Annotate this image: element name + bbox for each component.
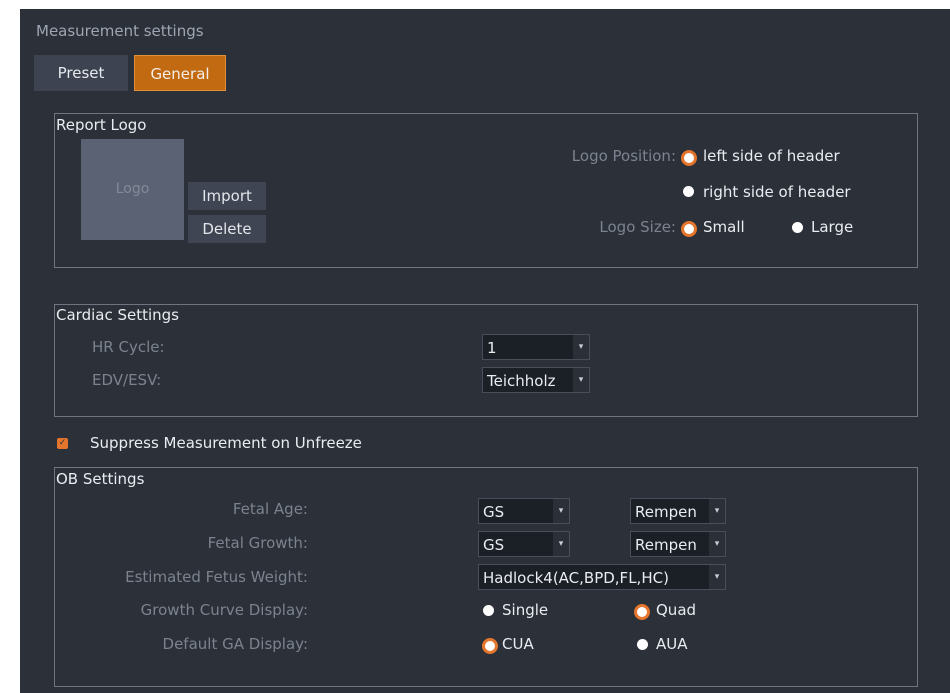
fetal-growth-value: GS [483,536,505,554]
chevron-down-icon: ▾ [573,368,589,392]
fetal-age-select[interactable]: GS ▾ [478,498,570,524]
logo-size-large-label: Large [811,218,854,236]
logo-size-small-label: Small [703,218,745,236]
chevron-down-icon: ▾ [573,335,589,359]
fetal-age-author-select[interactable]: Rempen ▾ [630,498,726,524]
tab-general[interactable]: General [134,55,226,91]
fetal-growth-select[interactable]: GS ▾ [478,531,570,557]
logo-size-small-radio-icon[interactable] [681,221,697,237]
suppress-checkbox-icon[interactable]: ✓ [57,438,68,449]
chevron-down-icon: ▾ [553,532,569,556]
logo-position-label: Logo Position: [571,147,676,165]
ga-display-aua-radio-icon[interactable] [637,639,648,650]
ob-settings-legend: OB Settings [56,469,148,489]
chevron-down-icon: ▾ [709,565,725,589]
cardiac-settings-group [54,304,918,417]
fetal-age-label: Fetal Age: [232,500,308,518]
window-title: Measurement settings [36,22,204,40]
growth-curve-quad-radio-icon[interactable] [634,604,650,620]
logo-size-label: Logo Size: [599,218,676,236]
chevron-down-icon: ▾ [709,532,725,556]
hr-cycle-label: HR Cycle: [92,338,165,356]
fetal-growth-label: Fetal Growth: [207,534,308,552]
ga-display-aua-label: AUA [656,635,688,653]
logo-placeholder-text: Logo [115,181,150,197]
suppress-label: Suppress Measurement on Unfreeze [90,434,362,452]
ga-display-label: Default GA Display: [162,635,308,653]
fetal-age-value: GS [483,503,505,521]
logo-position-left-label: left side of header [703,147,840,165]
fetal-age-author-value: Rempen [635,503,697,521]
logo-position-right-radio-icon[interactable] [683,186,694,197]
ga-display-cua-radio-icon[interactable] [482,638,498,654]
cardiac-settings-legend: Cardiac Settings [56,305,182,325]
delete-button[interactable]: Delete [188,215,266,243]
hr-cycle-select[interactable]: 1 ▾ [482,334,590,360]
growth-curve-single-radio-icon[interactable] [483,605,494,616]
edv-esv-value: Teichholz [487,372,556,390]
logo-size-large-radio-icon[interactable] [792,222,803,233]
ga-display-cua-label: CUA [502,635,534,653]
edv-esv-label: EDV/ESV: [92,371,162,389]
logo-position-left-radio-icon[interactable] [681,150,697,166]
growth-curve-quad-label: Quad [656,601,697,619]
fetal-growth-author-value: Rempen [635,536,697,554]
logo-preview: Logo [81,139,184,240]
efw-label: Estimated Fetus Weight: [125,568,308,586]
growth-curve-single-label: Single [502,601,549,619]
chevron-down-icon: ▾ [553,499,569,523]
edv-esv-select[interactable]: Teichholz ▾ [482,367,590,393]
efw-value: Hadlock4(AC,BPD,FL,HC) [483,569,669,587]
efw-select[interactable]: Hadlock4(AC,BPD,FL,HC) ▾ [478,564,726,590]
tab-preset[interactable]: Preset [34,55,128,91]
logo-position-right-label: right side of header [703,183,851,201]
chevron-down-icon: ▾ [709,499,725,523]
settings-panel: Measurement settings Preset General Repo… [20,9,950,693]
report-logo-legend: Report Logo [56,115,150,135]
import-button[interactable]: Import [188,182,266,210]
fetal-growth-author-select[interactable]: Rempen ▾ [630,531,726,557]
hr-cycle-value: 1 [487,339,497,357]
growth-curve-label: Growth Curve Display: [140,601,308,619]
